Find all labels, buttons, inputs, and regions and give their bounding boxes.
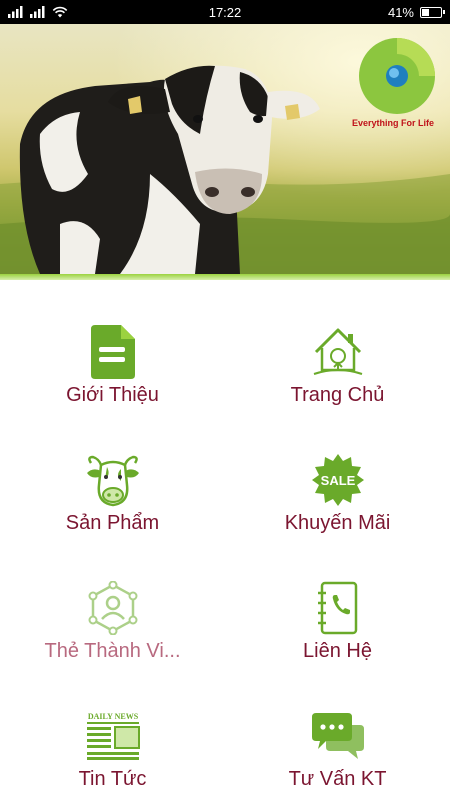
battery-fill (422, 8, 429, 16)
wifi-icon (52, 6, 68, 18)
cow-icon (83, 450, 143, 510)
svg-text:SALE: SALE (320, 473, 355, 488)
menu-label: Giới Thiệu (66, 384, 159, 406)
menu-item-khuyen-mai[interactable]: SALE Khuyến Mãi (225, 408, 450, 536)
banner: Everything For Life (0, 24, 450, 274)
menu-label: Liên Hệ (303, 640, 372, 662)
menu-item-san-pham[interactable]: Sản Phẩm (0, 408, 225, 536)
home-icon (308, 322, 368, 382)
menu-label: Khuyến Mãi (284, 512, 391, 534)
battery-icon (420, 6, 445, 18)
document-icon (83, 322, 143, 382)
battery-percent: 41% (387, 4, 414, 20)
menu-item-gioi-thieu[interactable]: Giới Thiệu (0, 280, 225, 408)
menu-item-trang-chu[interactable]: Trang Chủ (225, 280, 450, 408)
signal-icon (30, 6, 45, 18)
status-right: 41% (387, 4, 445, 20)
sale-badge-icon: SALE (308, 450, 368, 510)
menu-label: Tin Tức (78, 768, 147, 790)
menu-label: Sản Phẩm (65, 512, 160, 534)
menu-label: Tư Vấn KT (288, 768, 387, 790)
chat-bubbles-icon (308, 706, 368, 766)
phone-book-icon (308, 578, 368, 638)
signal-icon (8, 6, 23, 18)
menu-item-lien-he[interactable]: Liên Hệ (225, 536, 450, 664)
menu-label: Thẻ Thành Vi... (44, 640, 181, 662)
member-network-icon (83, 578, 143, 638)
menu-label: Trang Chủ (290, 384, 385, 406)
newspaper-icon: DAILY NEWS (83, 706, 143, 766)
menu-item-tin-tuc[interactable]: DAILY NEWS Tin Tức (0, 664, 225, 792)
globe-logo-icon (359, 38, 435, 114)
main-menu: Giới Thiệu Trang Chủ Sản Phẩm SALE Khuyế… (0, 280, 450, 800)
brand-logo: Everything For Life (352, 36, 442, 128)
menu-item-tu-van-kt[interactable]: Tư Vấn KT (225, 664, 450, 792)
status-bar: 17:22 41% (0, 0, 450, 24)
newspaper-masthead: DAILY NEWS (87, 712, 138, 721)
logo-tagline: Everything For Life (351, 118, 434, 128)
menu-item-the-thanh-vien[interactable]: Thẻ Thành Vi... (0, 536, 225, 664)
status-left (8, 6, 68, 18)
